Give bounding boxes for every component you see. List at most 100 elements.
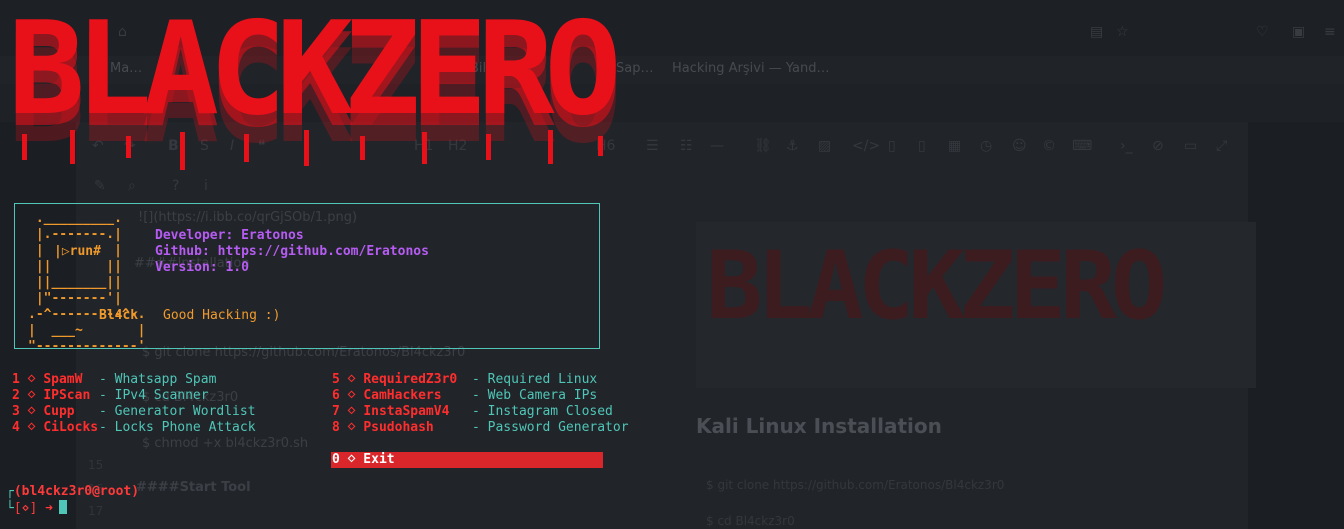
menu-name: CiLocks (43, 420, 99, 435)
tagline: Good Hacking :) (163, 308, 281, 323)
keyboard-icon: ⌨ (1072, 138, 1093, 154)
preview-banner-image: BLACKZERO (696, 222, 1256, 388)
anchor-icon: ⚓ (786, 138, 799, 154)
menu-item-psudohash[interactable]: 8 ⋄ Psudohash - Password Generator (332, 420, 629, 435)
menu-number: 1 ⋄ (12, 372, 36, 387)
preview-code-line: $ git clone https://github.com/Eratonos/… (706, 478, 1005, 492)
banner-drip (486, 134, 491, 160)
menu-desc: - IPv4 Scanner (99, 388, 209, 403)
developer-line: Developer: Eratonos (155, 228, 304, 243)
terminal-cursor[interactable] (58, 500, 67, 514)
banner-drip (548, 130, 553, 164)
menu-name: InstaSpamV4 (363, 404, 450, 419)
terminal-icon: ›_ (1120, 138, 1133, 154)
menu-number: 4 ⋄ (12, 420, 36, 435)
banner-drip (126, 136, 131, 158)
prompt-user: (bl4ckz3r0@root) (13, 484, 140, 499)
banner-drip (304, 130, 309, 166)
editor-secondary-toolbar: ✎ ⌕ ? i (0, 174, 400, 204)
search-icon: ⌕ (128, 178, 136, 194)
clock-icon: ◷ (980, 138, 993, 154)
ordered-list-icon: ☷ (680, 138, 693, 154)
shell-prompt-line-1: ┌(bl4ckz3r0@root) (6, 484, 139, 499)
line-number: 17 (88, 504, 104, 518)
art-run-label: |▷run# (54, 244, 101, 259)
list-icon: ☰ (646, 138, 659, 154)
menu-item-spamw[interactable]: 1 ⋄ SpamW - Whatsapp Spam (12, 372, 216, 387)
banner-drip (22, 134, 27, 160)
code-icon: </> (852, 138, 881, 154)
menu-item-requiredz3r0[interactable]: 5 ⋄ RequiredZ3r0 - Required Linux (332, 372, 597, 387)
prompt-arrow: ➜ (45, 501, 53, 516)
menu-name: CamHackers (363, 388, 442, 403)
exit-option[interactable]: 0 ⋄ Exit (332, 452, 395, 467)
banner-text: BLACKZERO (8, 0, 622, 144)
menu-number: 6 ⋄ (332, 388, 356, 403)
hr-icon: — (710, 138, 724, 154)
extensions-icon: ▣ (1292, 24, 1306, 40)
preview-code-line: $ cd Bl4ckz3r0 (706, 514, 795, 528)
editor-line: $ chmod +x bl4ckz3r0.sh (142, 436, 309, 451)
menu-desc: - Generator Wordlist (99, 404, 256, 419)
menu-name: IPScan (43, 388, 91, 403)
star-icon: ☆ (1116, 24, 1129, 40)
banner-drip (598, 136, 603, 156)
menu-item-camhackers[interactable]: 6 ⋄ CamHackers - Web Camera IPs (332, 388, 597, 403)
line-number: 15 (88, 458, 104, 472)
menu-number: 7 ⋄ (332, 404, 356, 419)
fullscreen-icon: ⤢ (1216, 138, 1228, 154)
banner-drip (360, 136, 365, 160)
menu-number: 5 ⋄ (332, 372, 356, 387)
bookmark-item: Sap… (616, 61, 654, 76)
computer-ascii-art: ._________. |.-------.| | | || || ||____… (28, 211, 146, 354)
menu-name: RequiredZ3r0 (363, 372, 458, 387)
menu-icon: ≡ (1324, 24, 1336, 40)
menu-name: Psudohash (363, 420, 434, 435)
menu-item-cupp[interactable]: 3 ⋄ Cupp - Generator Wordlist (12, 404, 256, 419)
menu-desc: - Whatsapp Spam (99, 372, 217, 387)
emoji-icon: ☺ (1012, 138, 1027, 154)
menu-desc: - Required Linux (472, 372, 598, 387)
art-badge-label: Bl4ck (99, 308, 139, 323)
menu-item-cilocks[interactable]: 4 ⋄ CiLocks - Locks Phone Attack (12, 420, 256, 435)
menu-desc: - Web Camera IPs (472, 388, 598, 403)
banner-drip (244, 134, 249, 162)
bookmark-item: Hacking Arşivi — Yand… (672, 61, 830, 76)
menu-name: SpamW (43, 372, 83, 387)
banner-drip (180, 132, 185, 170)
shell-prompt-line-2: └[⋄] ➜ (6, 500, 67, 516)
info-icon: i (204, 178, 208, 194)
github-line: Github: https://github.com/Eratonos (155, 244, 429, 259)
prompt-symbol: [⋄] (13, 501, 38, 516)
blackzero-banner: BLACKZERO (8, 0, 622, 176)
help-icon: ? (172, 178, 180, 194)
preview-heading: Kali Linux Installation (696, 414, 942, 438)
image-icon: ▨ (818, 138, 832, 154)
preview-logo: BLACKZERO (706, 232, 1167, 341)
pocket-icon: ♡ (1256, 24, 1269, 40)
desktop-icon: ▭ (1184, 138, 1198, 154)
eye-slash-icon: ⊘ (1152, 138, 1164, 154)
banner-drip (70, 130, 75, 164)
menu-number: 2 ⋄ (12, 388, 36, 403)
link-icon: ⛓ (754, 138, 772, 154)
menu-item-instaspamv4[interactable]: 7 ⋄ InstaSpamV4 - Instagram Closed (332, 404, 613, 419)
copyright-icon: © (1042, 138, 1056, 154)
file-icon: ▯ (888, 138, 896, 154)
prompt-frame: ┌ (6, 484, 14, 499)
menu-number: 3 ⋄ (12, 404, 36, 419)
prompt-frame: └ (6, 501, 14, 516)
banner-drip (422, 132, 427, 164)
menu-number: 8 ⋄ (332, 420, 356, 435)
version-line: Version: 1.0 (155, 260, 249, 275)
menu-name: Cupp (43, 404, 75, 419)
menu-desc: - Instagram Closed (472, 404, 613, 419)
menu-desc: - Password Generator (472, 420, 629, 435)
file-code-icon: ▯ (918, 138, 926, 154)
reader-icon: ▤ (1090, 24, 1104, 40)
menu-item-ipscan[interactable]: 2 ⋄ IPScan - IPv4 Scanner (12, 388, 209, 403)
editor-line: ####Start Tool (136, 480, 251, 495)
table-icon: ▦ (948, 138, 962, 154)
eraser-icon: ✎ (94, 178, 106, 194)
menu-desc: - Locks Phone Attack (99, 420, 256, 435)
